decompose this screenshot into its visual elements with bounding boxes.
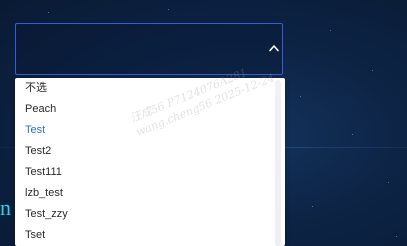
star [48,12,49,13]
star [312,206,313,207]
dropdown-option[interactable]: lzb_test [25,183,63,204]
dropdown-option[interactable]: Test111 [25,162,62,183]
star [388,182,389,183]
chevron-up-icon[interactable] [269,44,279,52]
dropdown-option[interactable]: 不选 [25,78,47,99]
dropdown-option[interactable]: Tset [25,225,45,246]
dropdown-option[interactable]: Test_zzy [25,204,68,225]
star [352,134,353,135]
star [372,70,373,71]
dropdown-option[interactable]: Peach [25,99,56,120]
dropdown-option[interactable]: Test [25,120,45,141]
star [396,236,397,237]
star [330,30,331,31]
select-input[interactable] [15,23,283,75]
star [300,96,301,97]
dropdown-menu: 不选 Peach Test Test2 Test111 lzb_test Tes… [15,78,285,246]
star [168,9,169,10]
dropdown-option[interactable]: Test2 [25,141,51,162]
background-edge-text: n [0,195,11,220]
scrollbar-thumb[interactable] [275,96,281,246]
